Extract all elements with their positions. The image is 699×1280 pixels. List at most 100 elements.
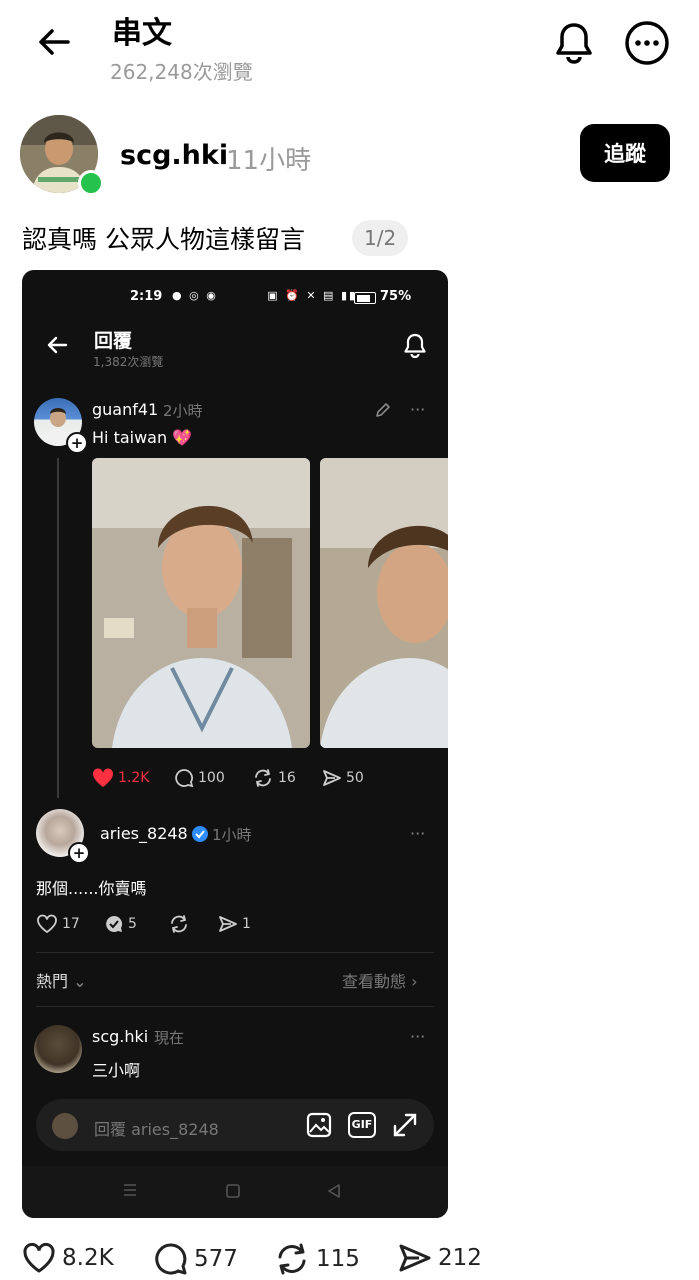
triangle-back-icon [328,1184,340,1198]
reply2-time: 現在 [154,1029,185,1047]
follow-button[interactable]: 追蹤 [580,124,670,182]
root-more-icon[interactable]: ··· [410,400,425,419]
more-options-button[interactable] [624,20,670,66]
menu-lines-icon [124,1184,136,1196]
reply1-text: 那個......你賣嗎 [36,879,147,898]
back-arrow-icon [39,29,70,55]
reply-input[interactable]: 回覆 aries_8248 [94,1116,219,1140]
root-time: 2小時 [163,402,203,420]
gif-label: GIF [351,1118,373,1131]
post-time: 11小時 [226,146,312,176]
reply1-like-button[interactable]: 17 [36,914,80,934]
comment-icon [175,769,194,788]
verified-badge-icon [192,826,208,842]
sort-label: 熱門 [36,972,69,991]
follow-plus-icon[interactable]: + [66,432,88,454]
root-comment-button[interactable]: 100 [174,768,225,788]
root-comment-count: 100 [198,770,225,786]
more-icon [625,21,669,65]
reply1-share-count: 1 [242,916,251,932]
comment-count: 577 [194,1246,238,1272]
comment-button[interactable]: 577 [154,1242,238,1276]
like-count: 8.2K [62,1245,114,1271]
status-bar-time: 2:19 [130,289,163,304]
root-repost-count: 16 [278,770,296,786]
bell-icon [404,333,426,359]
expand-button[interactable] [392,1112,418,1138]
repost-icon [255,769,271,787]
follow-plus-icon[interactable]: + [68,842,90,864]
view-count: 262,248次瀏覽 [110,60,253,84]
root-repost-button[interactable]: 16 [252,768,296,788]
battery-percent: 75% [380,289,412,304]
inner-view-count: 1,382次瀏覽 [93,355,164,369]
root-username[interactable]: guanf41 [92,400,158,419]
repost-icon [171,915,187,933]
inner-back-button[interactable] [46,334,68,356]
chevron-down-icon: ⌄ [73,972,87,991]
share-icon [399,1244,431,1272]
divider [36,952,434,953]
root-text: Hi taiwan 💖 [92,428,193,447]
author-username[interactable]: scg.hki [120,140,228,171]
square-icon [226,1184,240,1198]
expand-icon [393,1113,417,1137]
share-icon [323,770,341,786]
heart-filled-icon [92,768,114,787]
notification-button[interactable] [552,20,596,66]
page-title: 串文 [112,16,172,51]
comment-icon [155,1243,187,1275]
divider [36,1006,434,1007]
gif-button[interactable]: GIF [348,1112,376,1138]
home-button[interactable] [225,1183,241,1199]
post-photo-1[interactable] [92,458,310,748]
sort-dropdown[interactable]: 熱門 ⌄ [36,968,87,992]
system-back-button[interactable] [326,1183,342,1199]
reply1-comment-count: 5 [128,916,137,932]
inner-title: 回覆 [94,330,133,352]
scg-avatar[interactable] [34,1025,82,1073]
embedded-screenshot[interactable]: 2:19 ● ◎ ◉ ▣ ⏰ ✕ ▤ ▮▮ 75% 回覆 1,382次瀏覽 + … [22,270,448,1218]
reply1-username[interactable]: aries_8248 [100,824,188,843]
repost-button[interactable]: 115 [274,1242,360,1276]
inner-notification-button[interactable] [402,332,428,360]
thread-line [57,458,59,798]
reply2-text: 三小啊 [92,1061,141,1080]
heart-icon [23,1242,55,1273]
view-activity-label: 查看動態 [342,972,407,991]
reply2-username[interactable]: scg.hki [92,1027,148,1046]
root-share-button[interactable]: 50 [322,768,364,788]
repost-count: 115 [316,1246,360,1272]
reply1-more-icon[interactable]: ··· [410,824,425,843]
reply1-time: 1小時 [212,826,252,844]
reply1-like-count: 17 [62,916,80,932]
reply1-share-button[interactable]: 1 [218,914,251,934]
view-activity-link[interactable]: 查看動態 › [342,968,418,992]
heart-icon [37,914,57,934]
share-icon [219,916,237,932]
reply2-more-icon[interactable]: ··· [410,1027,425,1046]
root-like-count: 1.2K [118,770,150,786]
image-icon [306,1112,332,1138]
image-pager: 1/2 [352,220,409,256]
post-photo-2[interactable] [320,458,448,748]
root-share-count: 50 [346,770,364,786]
status-bar-icons: ● ◎ ◉ ▣ ⏰ ✕ ▤ ▮▮ [172,289,358,302]
reply1-repost-button[interactable] [168,914,194,934]
post-caption: 認真嗎 公眾人物這樣留言 [22,225,305,254]
recent-apps-button[interactable] [122,1182,138,1198]
chevron-right-icon: › [411,972,418,991]
image-picker-button[interactable] [306,1112,332,1138]
back-arrow-icon [47,336,68,354]
repost-icon [278,1243,306,1275]
reply1-comment-button[interactable]: 5 [104,914,137,934]
bell-icon [556,23,592,64]
root-like-button[interactable]: 1.2K [92,768,149,788]
composer-avatar [52,1113,78,1139]
share-count: 212 [438,1245,482,1271]
back-button[interactable] [36,24,72,60]
comment-check-icon [106,915,123,932]
share-button[interactable]: 212 [398,1242,482,1274]
edit-icon[interactable] [374,401,392,419]
like-button[interactable]: 8.2K [22,1242,114,1274]
